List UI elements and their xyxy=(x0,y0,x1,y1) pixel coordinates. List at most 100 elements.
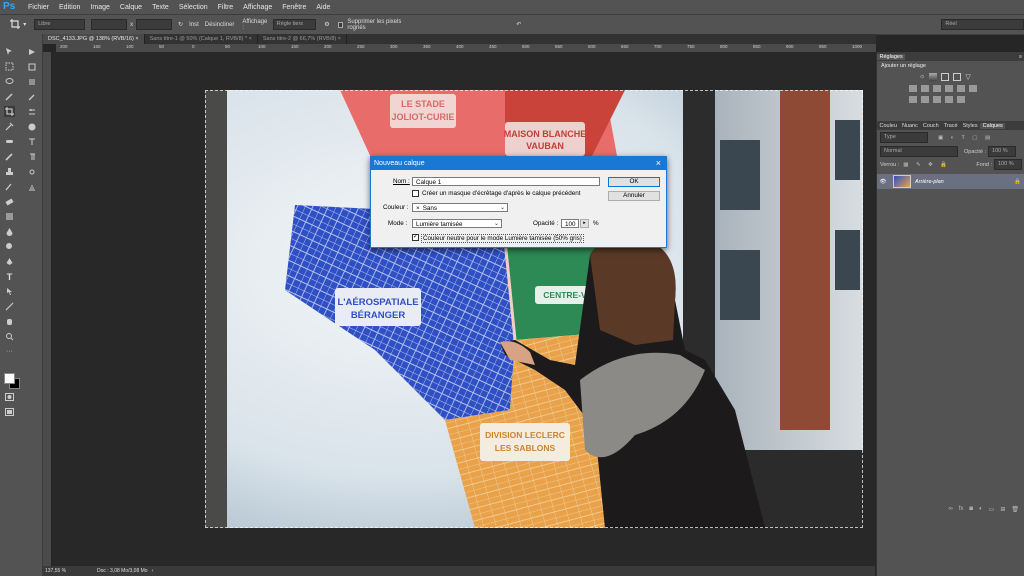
width-input[interactable] xyxy=(91,19,128,30)
overlay-select[interactable]: Règle tiers xyxy=(272,19,317,30)
tab-styles[interactable]: Styles xyxy=(960,123,980,129)
color-lookup-icon[interactable] xyxy=(969,85,977,92)
color-select[interactable]: × Sans ⌄ xyxy=(412,203,508,212)
tab-reglages[interactable]: Réglages xyxy=(877,53,906,60)
shape-tool-icon[interactable] xyxy=(4,301,15,312)
character-panel-icon[interactable] xyxy=(26,136,37,147)
clone-stamp-tool-icon[interactable] xyxy=(4,166,15,177)
opacity-slider-button[interactable]: ▸ xyxy=(580,219,589,228)
menu-filtre[interactable]: Filtre xyxy=(213,4,239,11)
paragraph-panel-icon[interactable] xyxy=(26,151,37,162)
link-layers-icon[interactable]: ∞ xyxy=(948,506,952,512)
tab-couleur[interactable]: Couleu xyxy=(877,123,899,129)
opacity-input[interactable]: 100 % xyxy=(988,146,1017,157)
close-tab-icon[interactable]: × xyxy=(249,36,252,42)
zoom-tool-icon[interactable] xyxy=(4,331,15,342)
adjust-panel-icon[interactable] xyxy=(26,106,37,117)
neutral-color-checkbox[interactable]: ✓ xyxy=(412,234,419,241)
pen-tool-icon[interactable] xyxy=(4,256,15,267)
channel-mixer-icon[interactable] xyxy=(957,85,965,92)
curves-icon[interactable] xyxy=(941,73,950,81)
close-tab-icon[interactable]: × xyxy=(338,36,341,42)
horizontal-ruler[interactable]: 200 150 100 50 0 50 100 150 200 250 300 … xyxy=(56,44,876,52)
exposure-icon[interactable] xyxy=(953,73,962,81)
panel-menu-icon[interactable]: ≡ xyxy=(1019,54,1022,60)
bw-icon[interactable] xyxy=(933,85,941,92)
layer-row-background[interactable]: 👁 Arrière-plan 🔒 xyxy=(877,174,1024,189)
add-mask-icon[interactable]: ◙ xyxy=(969,506,973,512)
menu-aide[interactable]: Aide xyxy=(311,4,335,11)
swap-icon[interactable]: ↻ xyxy=(178,21,183,28)
layer-name-input[interactable]: Calque 1 xyxy=(412,177,600,186)
close-tab-icon[interactable]: × xyxy=(135,36,138,42)
ratio-select[interactable]: Libre xyxy=(34,19,86,30)
blend-mode-select[interactable]: Normal xyxy=(880,146,958,157)
clipping-mask-checkbox[interactable] xyxy=(412,190,419,197)
menu-image[interactable]: Image xyxy=(85,4,114,11)
filter-icons[interactable]: ▣ ◐ T ▢ ▤ xyxy=(938,135,993,141)
collapse-arrow-icon[interactable] xyxy=(26,46,37,57)
tab-dsc-4133[interactable]: DSC_4133.JPG @ 138% (RVB/16) × xyxy=(43,34,145,44)
new-adjustment-icon[interactable]: ◐ xyxy=(979,506,983,512)
unlock-button[interactable]: Désincliner xyxy=(205,22,235,28)
menu-selection[interactable]: Sélection xyxy=(174,4,213,11)
new-group-icon[interactable]: ▭ xyxy=(989,506,995,513)
delete-pixels-checkbox[interactable] xyxy=(337,21,344,28)
menu-edition[interactable]: Edition xyxy=(54,4,85,11)
properties-panel-icon[interactable] xyxy=(26,76,37,87)
new-layer-icon[interactable]: ⊞ xyxy=(1000,506,1005,513)
eraser-tool-icon[interactable] xyxy=(4,196,15,207)
height-input[interactable] xyxy=(136,19,173,30)
menu-fichier[interactable]: Fichier xyxy=(23,4,54,11)
marquee-tool-icon[interactable] xyxy=(4,61,15,72)
eyedropper-tool-icon[interactable] xyxy=(4,121,15,132)
clone-source-icon[interactable] xyxy=(26,166,37,177)
dodge-tool-icon[interactable] xyxy=(4,241,15,252)
tab-couches[interactable]: Couch xyxy=(920,123,941,129)
gradient-tool-icon[interactable] xyxy=(4,211,15,222)
move-tool-icon[interactable] xyxy=(4,46,15,57)
mode-select[interactable]: Lumière tamisée ⌄ xyxy=(412,219,502,228)
type-tool-icon[interactable]: T xyxy=(4,271,15,282)
screen-mode-icon[interactable] xyxy=(4,406,15,417)
fill-input[interactable]: 100 % xyxy=(994,159,1022,170)
brightness-icon[interactable]: ☼ xyxy=(919,73,925,81)
eye-icon[interactable]: 👁 xyxy=(877,179,889,185)
levels-icon[interactable] xyxy=(929,73,938,81)
tab-sans-titre-2[interactable]: Sans titre-2 @ 66,7% (RVB/8) × xyxy=(258,34,347,44)
menu-affichage[interactable]: Affichage xyxy=(238,4,277,11)
crop-tool-icon[interactable] xyxy=(10,18,21,31)
dialog-close-icon[interactable]: × xyxy=(656,157,661,170)
gear-icon[interactable]: ⚙ xyxy=(324,21,329,28)
color-balance-icon[interactable] xyxy=(921,85,929,92)
selective-color-icon[interactable] xyxy=(957,96,965,103)
tool-preset-arrow-icon[interactable]: ▾ xyxy=(23,21,26,28)
tab-traces[interactable]: Tracé xyxy=(941,123,960,129)
history-brush-tool-icon[interactable] xyxy=(4,181,15,192)
foreground-color-swatch[interactable] xyxy=(4,373,15,384)
posterize-icon[interactable] xyxy=(921,96,929,103)
healing-brush-tool-icon[interactable] xyxy=(4,136,15,147)
ok-button[interactable]: OK xyxy=(608,177,660,187)
status-arrow-icon[interactable]: › xyxy=(152,568,154,574)
crop-tool-icon[interactable] xyxy=(4,106,15,117)
hue-sat-icon[interactable] xyxy=(909,85,917,92)
photo-filter-icon[interactable] xyxy=(945,85,953,92)
vibrance-icon[interactable]: ▽ xyxy=(965,73,970,81)
brush-settings-icon[interactable] xyxy=(26,91,37,102)
workspace-select[interactable]: Réel xyxy=(941,19,1024,30)
cancel-button[interactable]: Annuler xyxy=(608,191,660,201)
tab-sans-titre-1[interactable]: Sans titre-1 @ 50% (Calque 1, RVB/8) * × xyxy=(145,34,258,44)
layer-filter-select[interactable]: Type xyxy=(880,132,928,143)
threshold-icon[interactable] xyxy=(933,96,941,103)
tab-nuancier[interactable]: Nuanc xyxy=(899,123,920,129)
zoom-level[interactable]: 137,55 % xyxy=(45,568,85,574)
quick-mask-icon[interactable] xyxy=(4,391,15,402)
lock-icons[interactable]: ▦ ✎ ✥ 🔒 xyxy=(903,162,950,168)
gradient-map-icon[interactable] xyxy=(945,96,953,103)
invert-icon[interactable] xyxy=(909,96,917,103)
menu-fenetre[interactable]: Fenêtre xyxy=(277,4,311,11)
menu-calque[interactable]: Calque xyxy=(115,4,147,11)
more-tools-icon[interactable]: ··· xyxy=(4,346,15,357)
opacity-input[interactable]: 100 xyxy=(561,219,579,228)
